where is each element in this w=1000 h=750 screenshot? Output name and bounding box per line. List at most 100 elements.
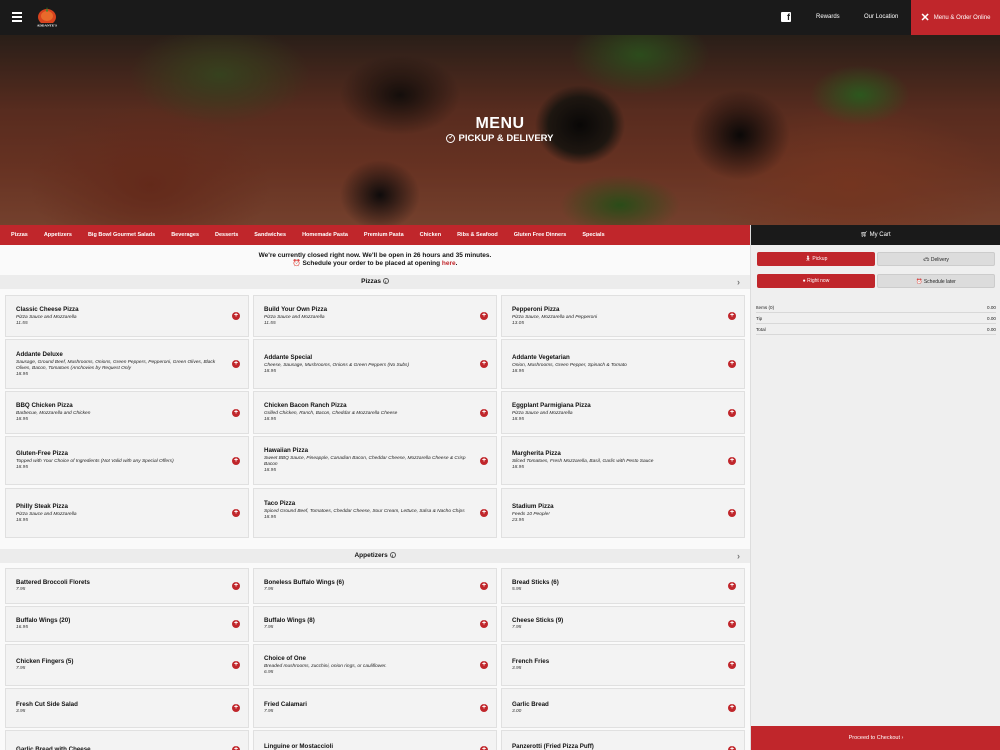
facebook-icon[interactable]: f [781,12,791,22]
menu-item-card[interactable]: Garlic Bread with Cheese + [5,730,249,750]
menu-item-card[interactable]: Gluten-Free Pizza Topped with Your Choice… [5,436,249,485]
add-item-icon[interactable]: + [232,661,240,669]
category-tab-ribs-seafood[interactable]: Ribs & Seafood [457,232,498,238]
category-tab-appetizers[interactable]: Appetizers [44,232,72,238]
schedule-later-toggle[interactable]: ⏰ Schedule later [877,274,995,288]
add-item-icon[interactable]: + [480,661,488,669]
add-item-icon[interactable]: + [480,456,488,465]
schedule-here-link[interactable]: here [442,260,456,267]
menu-item-card[interactable]: Linguine or Mostaccioli1.95+ [253,730,497,750]
pickup-toggle[interactable]: 🚶︎ Pickup [757,252,875,266]
menu-item-card[interactable]: Chicken Bacon Ranch Pizza Grilled Chicken… [253,391,497,434]
rewards-link[interactable]: Rewards [816,14,840,20]
item-price: 7.95 [264,625,274,630]
info-icon[interactable]: i [382,278,389,285]
menu-item-card[interactable]: Garlic Bread 3.00 + [501,688,745,728]
chevron-right-icon[interactable]: › [737,275,740,289]
category-tab-pizzas[interactable]: Pizzas [11,232,28,238]
add-item-icon[interactable]: + [480,582,488,590]
add-item-icon[interactable]: + [232,312,240,320]
menu-item-card[interactable]: Stadium Pizza Feeds 10 People! 23.95 + [501,488,745,538]
add-item-icon[interactable]: + [728,582,736,590]
add-item-icon[interactable]: + [728,746,736,750]
menu-item-card[interactable]: Boneless Buffalo Wings (6) 7.95 + [253,568,497,604]
add-item-icon[interactable]: + [480,312,488,320]
add-item-icon[interactable]: + [232,582,240,590]
alarm-clock-icon: ⏰ [916,279,923,285]
info-icon[interactable]: i [389,552,396,559]
menu-item-card[interactable]: Margherita Pizza Sliced Tomatoes, Fresh M… [501,436,745,485]
menu-item-card[interactable]: Addante Vegetarian Onion, Mushrooms, Gree… [501,339,745,389]
add-item-icon[interactable]: + [728,360,736,368]
item-price: 18.95 [512,465,525,470]
proceed-to-checkout-button[interactable]: Proceed to Checkout › [751,726,1000,750]
items-value: 0.00 [987,305,996,310]
menu-item-card[interactable]: Addante Special Cheese, Sausage, Mushroom… [253,339,497,389]
menu-item-card[interactable]: Bread Sticks (6) 5.95 + [501,568,745,604]
add-item-icon[interactable]: + [728,456,736,465]
right-now-toggle[interactable]: ● Right now [757,274,875,288]
add-item-icon[interactable]: + [480,360,488,368]
add-item-icon[interactable]: + [232,360,240,368]
delivery-toggle[interactable]: 🚗︎ Delivery [877,252,995,266]
category-tab-beverages[interactable]: Beverages [171,232,199,238]
menu-item-card[interactable]: Chicken Fingers (5) 7.95 + [5,644,249,686]
menu-item-card[interactable]: Eggplant Parmigiana Pizza Pizza Sauce and… [501,391,745,434]
add-item-icon[interactable]: + [232,704,240,712]
menu-item-card[interactable]: Taco Pizza Spiced Ground Beef, Tomatoes, … [253,488,497,538]
hamburger-menu-icon[interactable] [12,12,22,22]
menu-item-card[interactable]: Battered Broccoli Florets 7.95 + [5,568,249,604]
cart-icon: 🛒︎ [860,232,868,238]
menu-item-card[interactable]: Buffalo Wings (8) 7.95 + [253,606,497,642]
menu-item-card[interactable]: Cheese Sticks (9) 7.95 + [501,606,745,642]
menu-item-card[interactable]: Addante Deluxe Sausage, Ground Beef, Mush… [5,339,249,389]
add-item-icon[interactable]: + [232,509,240,517]
category-tab-chicken[interactable]: Chicken [420,232,441,238]
menu-item-card[interactable]: Pepperoni Pizza Pizza Sauce, Mozzarella a… [501,295,745,337]
add-item-icon[interactable]: + [480,620,488,628]
add-item-icon[interactable]: + [232,456,240,465]
add-item-icon[interactable]: + [728,408,736,417]
menu-item-card[interactable]: French Fries 3.95 + [501,644,745,686]
item-price: 18.95 [512,368,525,374]
menu-item-card[interactable]: Buffalo Wings (20) 16.95 + [5,606,249,642]
category-tab-desserts[interactable]: Desserts [215,232,238,238]
menu-item-card[interactable]: Hawaiian Pizza Sweet BBQ Sauce, Pineapple… [253,436,497,485]
add-item-icon[interactable]: + [728,661,736,669]
our-location-link[interactable]: Our Location [864,14,898,20]
category-tab-specials[interactable]: Specials [582,232,604,238]
chevron-right-icon[interactable]: › [737,549,740,563]
menu-item-card[interactable]: Build Your Own Pizza Pizza Sauce and Mozz… [253,295,497,337]
menu-item-card[interactable]: Panzerotti (Fried Pizza Puff)7.95+ [501,730,745,750]
add-item-icon[interactable]: + [728,704,736,712]
clock-icon: ● [802,278,806,284]
add-item-icon[interactable]: + [480,746,488,750]
category-tab-sandwiches[interactable]: Sandwiches [254,232,286,238]
category-tab-premium-pasta[interactable]: Premium Pasta [364,232,404,238]
add-item-icon[interactable]: + [728,620,736,628]
restaurant-logo[interactable]: ADDANTE'S [36,5,58,31]
menu-item-card[interactable]: BBQ Chicken Pizza Barbecue, Mozzarella an… [5,391,249,434]
category-tab-homemade-pasta[interactable]: Homemade Pasta [302,232,348,238]
menu-item-card[interactable]: Choice of One Breaded mushrooms, zucchini… [253,644,497,686]
add-item-icon[interactable]: + [728,509,736,517]
menu-item-card[interactable]: Philly Steak Pizza Pizza Sauce and Mozzar… [5,488,249,538]
add-item-icon[interactable]: + [480,704,488,712]
add-item-icon[interactable]: + [480,509,488,517]
add-item-icon[interactable]: + [232,620,240,628]
item-description: Sweet BBQ Sauce, Pineapple, Canadian Bac… [264,456,466,467]
item-name: Fried Calamari [264,701,307,708]
menu-item-card[interactable]: Classic Cheese Pizza Pizza Sauce and Mozz… [5,295,249,337]
add-item-icon[interactable]: + [232,746,240,750]
category-tab-big-bowl-gourmet-salads[interactable]: Big Bowl Gourmet Salads [88,232,155,238]
category-tab-gluten-free-dinners[interactable]: Gluten Free Dinners [514,232,567,238]
add-item-icon[interactable]: + [232,408,240,417]
menu-order-online-button[interactable]: ✕ Menu & Order Online [911,0,1000,35]
add-item-icon[interactable]: + [480,408,488,417]
schedule-later-label: Schedule later [923,279,956,285]
menu-item-card[interactable]: Fresh Cut Side Salad 3.95 + [5,688,249,728]
item-name: BBQ Chicken Pizza [16,402,73,409]
menu-item-card[interactable]: Fried Calamari 7.95 + [253,688,497,728]
item-name: Chicken Bacon Ranch Pizza [264,402,347,409]
add-item-icon[interactable]: + [728,312,736,320]
